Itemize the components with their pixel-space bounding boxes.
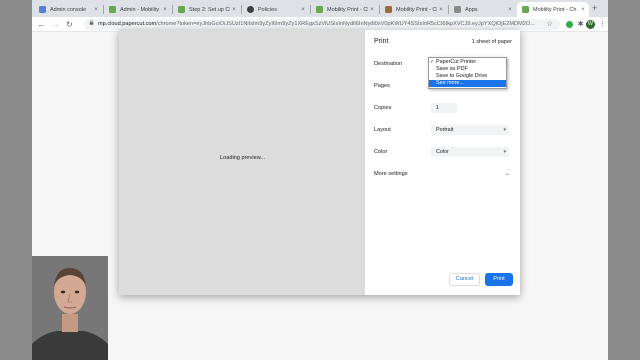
presenter-video-image (32, 256, 108, 360)
webcam-overlay (32, 256, 108, 360)
color-select[interactable]: Color ▾ (431, 147, 509, 157)
tab-label: Mobility Print - Chr (396, 6, 437, 13)
layout-label: Layout (374, 127, 391, 133)
destination-option-papercut[interactable]: ✓ PaperCut Printer (429, 59, 506, 66)
copies-input[interactable]: 1 (431, 103, 457, 113)
layout-select[interactable]: Portrait ▾ (431, 125, 509, 135)
close-icon[interactable]: × (161, 7, 169, 13)
print-preview-pane: Loading preview... (119, 30, 365, 295)
close-icon[interactable]: × (230, 7, 238, 13)
sheet-count: 1 sheet of paper (471, 39, 512, 45)
address-bar[interactable]: mp.cloud.papercut.com/chrome?token=eyJhb… (84, 19, 560, 30)
url-path: /chrome?token=eyJhbGciOiJSUzI1NiIsIm9yZy… (156, 21, 535, 27)
tab-label: Admin - Mobility P (120, 6, 161, 13)
print-dialog: Loading preview... Print 1 sheet of pape… (119, 30, 520, 295)
tab-label: Policies (258, 6, 277, 13)
papercut-favicon-icon (109, 6, 116, 13)
tab-label: Step 2: Set up Chr (189, 6, 230, 13)
url-host: mp.cloud.papercut.com (98, 21, 157, 27)
papercut-favicon-icon (178, 6, 185, 13)
close-icon[interactable]: × (368, 7, 376, 13)
puzzle-favicon-icon (385, 6, 392, 13)
pages-label: Pages (374, 83, 390, 89)
tab-mobility-print-1[interactable]: Mobility Print - Chr × (311, 2, 378, 17)
more-settings-toggle[interactable]: More settings (374, 171, 408, 177)
tab-label: Mobility Print - Ch (533, 6, 577, 13)
color-label: Color (374, 149, 388, 155)
option-label: See more... (436, 80, 464, 86)
tab-admin-console[interactable]: Admin console × (34, 2, 102, 17)
tab-admin-mobility[interactable]: Admin - Mobility P × (104, 2, 171, 17)
tab-policies[interactable]: Policies × (242, 2, 309, 17)
close-icon[interactable]: × (92, 7, 100, 13)
papercut-favicon-icon (522, 6, 529, 13)
apps-grid-favicon-icon (454, 6, 461, 13)
tab-apps[interactable]: Apps × (449, 2, 516, 17)
papercut-favicon-icon (316, 6, 323, 13)
star-icon[interactable]: ☆ (545, 20, 554, 29)
tab-mobility-print-2[interactable]: Mobility Print - Chr × (380, 2, 447, 17)
destination-option-see-more[interactable]: See more... (429, 80, 506, 87)
loading-preview-text: Loading preview... (220, 155, 266, 161)
avatar[interactable]: W (586, 20, 595, 29)
close-icon[interactable]: × (437, 7, 445, 13)
screen-border-left (0, 0, 32, 360)
new-tab-icon[interactable]: + (592, 3, 597, 14)
color-value: Color (436, 149, 449, 155)
option-label: Save as PDF (436, 66, 468, 72)
option-label: PaperCut Printer (436, 59, 477, 65)
tab-label: Mobility Print - Chr (327, 6, 368, 13)
reload-icon[interactable]: ↻ (64, 19, 75, 30)
arrow-left-icon[interactable]: ← (36, 19, 47, 30)
copies-label: Copies (374, 105, 392, 111)
tab-label: Apps (465, 6, 478, 13)
chevron-down-icon[interactable]: ⌄ (505, 170, 510, 177)
tab-mobility-print-active[interactable]: Mobility Print - Ch × (517, 2, 589, 17)
cancel-button[interactable]: Cancel (449, 273, 480, 286)
destination-dropdown-list: ✓ PaperCut Printer Save as PDF Save to G… (428, 57, 507, 89)
globe-favicon-icon (247, 6, 254, 13)
lock-icon[interactable] (89, 20, 94, 25)
screen-border-right (608, 0, 640, 360)
kebab-menu-icon[interactable]: ⋮ (598, 20, 607, 29)
admin-console-favicon-icon (39, 6, 46, 13)
destination-option-pdf[interactable]: Save as PDF (429, 66, 506, 73)
page-content: Loading preview... Print 1 sheet of pape… (32, 30, 608, 360)
print-title: Print (374, 38, 389, 45)
chevron-down-icon: ▾ (503, 127, 506, 133)
arrow-right-icon[interactable]: → (50, 19, 61, 30)
extension-icon[interactable] (566, 21, 573, 28)
layout-value: Portrait (436, 127, 454, 133)
close-icon[interactable]: × (506, 7, 514, 13)
destination-label: Destination (374, 61, 402, 67)
tab-step2[interactable]: Step 2: Set up Chr × (173, 2, 240, 17)
print-settings-pane: Print 1 sheet of paper Destination ▾ Pag… (365, 30, 520, 295)
checkmark-icon: ✓ (430, 59, 435, 65)
tab-label: Admin console (50, 6, 87, 13)
close-icon[interactable]: × (299, 7, 307, 13)
puzzle-icon[interactable]: ✱ (576, 20, 585, 29)
destination-option-google-drive[interactable]: Save to Google Drive (429, 73, 506, 80)
tab-strip: Admin console × Admin - Mobility P × Ste… (32, 0, 608, 17)
chevron-down-icon: ▾ (503, 149, 506, 155)
close-icon[interactable]: × (579, 7, 587, 13)
option-label: Save to Google Drive (436, 73, 488, 79)
browser-window: Admin console × Admin - Mobility P × Ste… (32, 0, 608, 360)
print-button[interactable]: Print (485, 273, 513, 286)
